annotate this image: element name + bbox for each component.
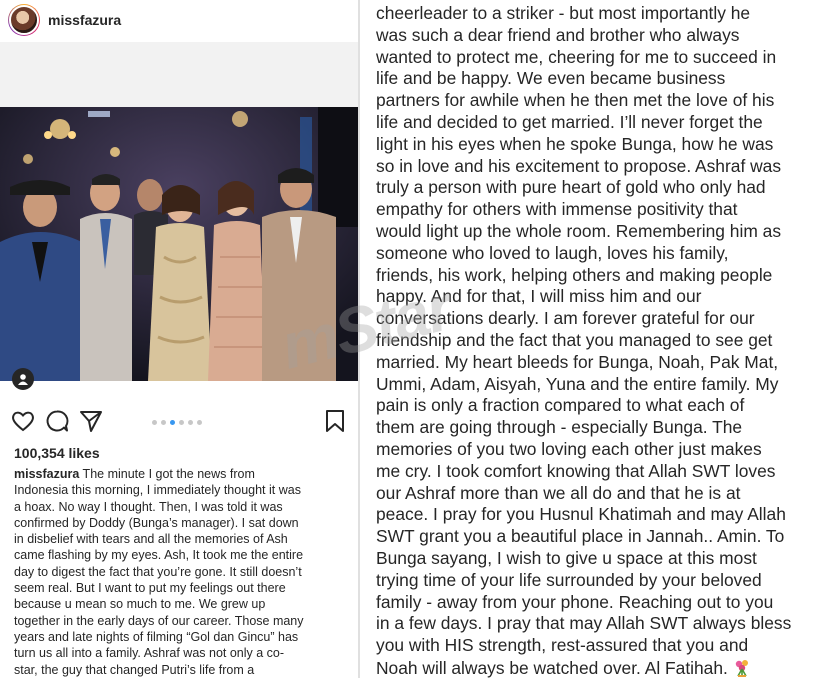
post-caption: missfazura The minute I got the news fro… bbox=[14, 466, 354, 678]
carousel-dot bbox=[188, 420, 193, 425]
post-header: missfazura bbox=[0, 0, 358, 42]
share-icon[interactable] bbox=[78, 408, 104, 434]
carousel-dot bbox=[152, 420, 157, 425]
likes-count[interactable]: 100,354 likes bbox=[14, 445, 100, 461]
carousel-dot-active bbox=[170, 420, 175, 425]
carousel-indicator bbox=[152, 420, 202, 425]
carousel-dot bbox=[197, 420, 202, 425]
caption-username[interactable]: missfazura bbox=[14, 467, 79, 481]
caption-text: The minute I got the news from Indonesia… bbox=[14, 467, 304, 677]
post-username[interactable]: missfazura bbox=[48, 12, 121, 28]
avatar[interactable] bbox=[8, 4, 40, 36]
bookmark-icon[interactable] bbox=[322, 408, 348, 434]
comment-icon[interactable] bbox=[44, 408, 70, 434]
post-actions bbox=[0, 408, 358, 438]
heart-icon[interactable] bbox=[10, 408, 36, 434]
carousel-dot bbox=[179, 420, 184, 425]
flower-emoji-icon bbox=[732, 657, 752, 678]
user-tag-icon[interactable] bbox=[12, 368, 34, 390]
carousel-dot bbox=[161, 420, 166, 425]
